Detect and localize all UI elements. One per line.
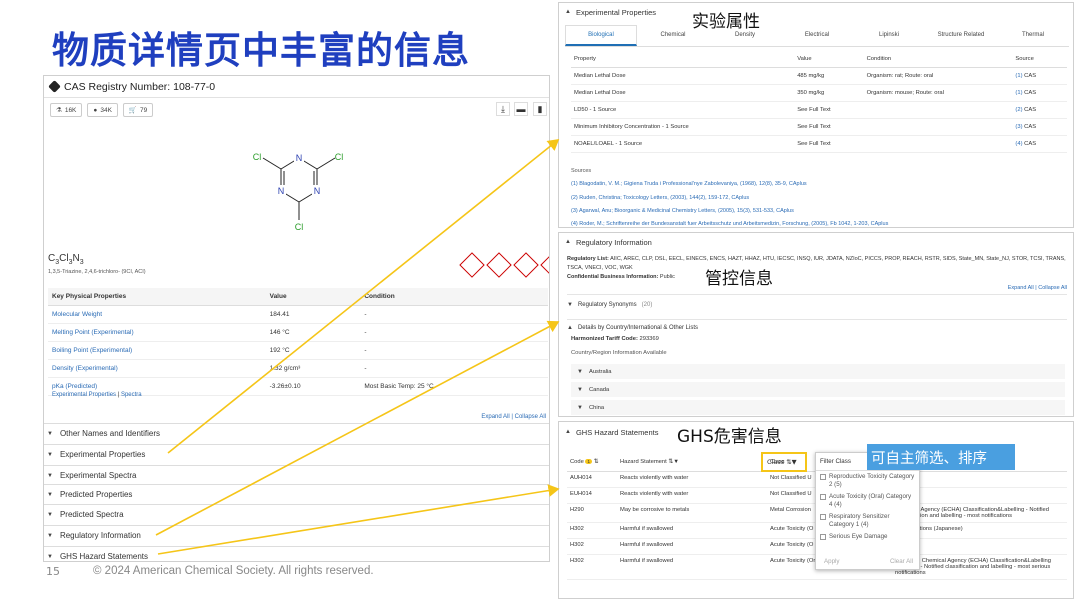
slide: 物质详情页中丰富的信息 CAS Registry Number: 108-77-… bbox=[0, 0, 1080, 610]
arrow-ghs bbox=[157, 484, 560, 555]
annotation-arrows bbox=[155, 138, 560, 555]
arrow-exp bbox=[167, 138, 560, 454]
arrow-reg bbox=[155, 320, 560, 536]
